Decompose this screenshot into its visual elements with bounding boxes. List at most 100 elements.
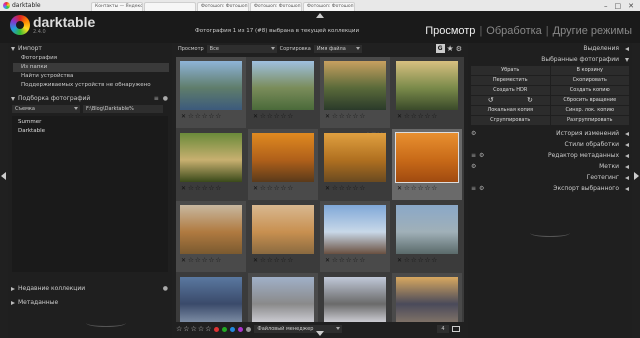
selection-section-header[interactable]: Выделения bbox=[468, 43, 632, 54]
star-icon[interactable]: ☆ bbox=[215, 257, 221, 264]
thumbnail-cell[interactable]: ✕☆☆☆☆☆ bbox=[392, 201, 462, 272]
star-icon[interactable]: ☆ bbox=[339, 113, 345, 120]
thumbnail-cell[interactable]: ✕☆☆☆☆☆ bbox=[176, 57, 246, 128]
star-icon[interactable]: ☆ bbox=[183, 325, 189, 333]
reset-icon[interactable]: ● bbox=[163, 95, 168, 102]
gear-icon[interactable]: ⚙ bbox=[471, 130, 476, 137]
thumbnail-image[interactable] bbox=[324, 205, 386, 254]
scan-devices-button[interactable]: Найти устройства bbox=[13, 72, 169, 81]
star-icon[interactable]: ☆ bbox=[359, 113, 365, 120]
star-icon[interactable]: ☆ bbox=[404, 257, 410, 264]
reject-icon[interactable]: ✕ bbox=[325, 257, 330, 264]
view-lighttable[interactable]: Просмотр bbox=[425, 25, 475, 37]
star-icon[interactable]: ☆ bbox=[359, 257, 365, 264]
star-icon[interactable]: ☆ bbox=[274, 257, 280, 264]
recent-collections-header[interactable]: Недавние коллекции ● bbox=[8, 283, 172, 294]
thumbnail-cell[interactable]: ✕☆☆☆☆☆ bbox=[392, 273, 462, 322]
grouping-button[interactable]: G bbox=[435, 44, 445, 53]
star-icon[interactable]: ☆ bbox=[431, 185, 437, 192]
thumbnail-cell[interactable]: ✕☆☆☆☆☆ bbox=[176, 129, 246, 200]
view-darkroom[interactable]: Обработка bbox=[486, 25, 541, 37]
local-copy-button[interactable]: Локальная копия bbox=[471, 106, 550, 115]
star-icon[interactable]: ☆ bbox=[431, 257, 437, 264]
reject-icon[interactable]: ✕ bbox=[325, 113, 330, 120]
ungroup-button[interactable]: Разгруппировать bbox=[550, 116, 629, 125]
reject-icon[interactable]: ✕ bbox=[181, 257, 186, 264]
browser-tab[interactable]: Фотошоп: Фотошоп… bbox=[303, 2, 355, 11]
star-icon[interactable]: ☆ bbox=[205, 325, 211, 333]
star-icon[interactable]: ☆ bbox=[202, 185, 208, 192]
filter-select[interactable]: Все bbox=[206, 44, 277, 53]
star-icon[interactable]: ☆ bbox=[346, 185, 352, 192]
star-icon[interactable]: ☆ bbox=[267, 113, 273, 120]
star-icon[interactable]: ☆ bbox=[195, 257, 201, 264]
collapse-top-panel-arrow-icon[interactable] bbox=[316, 13, 324, 18]
thumbnail-cell[interactable]: ✕☆☆☆☆☆ bbox=[176, 201, 246, 272]
color-label-red[interactable] bbox=[214, 326, 220, 332]
star-icon[interactable]: ☆ bbox=[339, 257, 345, 264]
thumbnail-cell[interactable]: ✕☆☆☆☆☆ bbox=[320, 201, 390, 272]
thumbnail-image[interactable] bbox=[324, 133, 386, 182]
collapse-bottom-panel-arrow-icon[interactable] bbox=[316, 331, 324, 336]
import-section-header[interactable]: Импорт bbox=[8, 43, 172, 54]
star-icon[interactable]: ☆ bbox=[359, 185, 365, 192]
collect-section-header[interactable]: Подборка фотографий ≡ ● bbox=[8, 93, 172, 104]
collapse-left-panel-arrow-icon[interactable] bbox=[1, 172, 6, 180]
reset-rotation-button[interactable]: Сбросить вращение bbox=[550, 96, 629, 105]
star-icon[interactable]: ☆ bbox=[425, 257, 431, 264]
thumbnail-image[interactable] bbox=[396, 61, 458, 110]
star-icon[interactable]: ☆ bbox=[353, 113, 359, 120]
thumbnail-cell[interactable]: ✕☆☆☆☆☆ bbox=[392, 129, 462, 200]
thumbnail-image[interactable] bbox=[180, 61, 242, 110]
list-item[interactable]: Darktable bbox=[12, 127, 168, 136]
duplicate-button[interactable]: Создать копию bbox=[550, 86, 629, 95]
view-other[interactable]: Другие режимы bbox=[553, 25, 632, 37]
reject-icon[interactable]: ✕ bbox=[181, 113, 186, 120]
thumbnail-cell[interactable]: ✕☆☆☆☆☆ bbox=[392, 57, 462, 128]
star-icon[interactable]: ☆ bbox=[209, 185, 215, 192]
reject-icon[interactable]: ✕ bbox=[253, 185, 258, 192]
trash-button[interactable]: В корзину bbox=[550, 66, 629, 75]
star-icon[interactable]: ☆ bbox=[188, 113, 194, 120]
star-icon[interactable]: ☆ bbox=[274, 185, 280, 192]
star-icon[interactable]: ☆ bbox=[188, 185, 194, 192]
reject-icon[interactable]: ✕ bbox=[397, 113, 402, 120]
presets-icon[interactable]: ≡ bbox=[154, 95, 159, 102]
close-button[interactable]: ✕ bbox=[628, 2, 634, 10]
reject-icon[interactable]: ✕ bbox=[253, 257, 258, 264]
reject-icon[interactable]: ✕ bbox=[325, 185, 330, 192]
browser-tab[interactable] bbox=[144, 2, 196, 11]
star-icon[interactable]: ☆ bbox=[339, 185, 345, 192]
star-icon[interactable]: ☆ bbox=[260, 185, 266, 192]
thumbnail-image[interactable] bbox=[396, 205, 458, 254]
reject-icon[interactable]: ✕ bbox=[181, 185, 186, 192]
star-icon[interactable]: ☆ bbox=[267, 257, 273, 264]
collect-value-input[interactable]: F:\Blog\Darktable% bbox=[83, 105, 163, 113]
thumbnail-image[interactable] bbox=[324, 277, 386, 322]
right-section-header[interactable]: Стили обработки bbox=[468, 139, 632, 150]
right-section-header[interactable]: ≡ ⚙ Редактор метаданных bbox=[468, 150, 632, 161]
star-icon[interactable]: ☆ bbox=[332, 257, 338, 264]
copy-button[interactable]: Скопировать bbox=[550, 76, 629, 85]
collapse-right-panel-arrow-icon[interactable] bbox=[634, 172, 639, 180]
star-icon[interactable]: ☆ bbox=[404, 185, 410, 192]
color-label-blue[interactable] bbox=[230, 326, 236, 332]
star-icon[interactable]: ☆ bbox=[260, 113, 266, 120]
star-icon[interactable]: ☆ bbox=[404, 113, 410, 120]
list-item[interactable]: Summer bbox=[12, 118, 168, 127]
thumbnail-image[interactable] bbox=[252, 277, 314, 322]
star-icon[interactable]: ☆ bbox=[353, 257, 359, 264]
reject-icon[interactable]: ✕ bbox=[397, 185, 402, 192]
star-icon[interactable]: ☆ bbox=[195, 113, 201, 120]
presets-icon[interactable]: ≡ bbox=[471, 185, 476, 192]
presets-icon[interactable]: ≡ bbox=[471, 152, 476, 159]
reject-icon[interactable]: ✕ bbox=[397, 257, 402, 264]
thumbnail-image[interactable] bbox=[252, 205, 314, 254]
star-icon[interactable]: ☆ bbox=[267, 185, 273, 192]
create-hdr-button[interactable]: Создать HDR bbox=[471, 86, 550, 95]
collect-property-select[interactable]: Съемка bbox=[12, 105, 80, 113]
star-icon[interactable]: ☆ bbox=[281, 113, 287, 120]
star-icon[interactable]: ☆ bbox=[287, 113, 293, 120]
color-label-purple[interactable] bbox=[238, 326, 244, 332]
color-label-gray[interactable] bbox=[246, 326, 252, 332]
